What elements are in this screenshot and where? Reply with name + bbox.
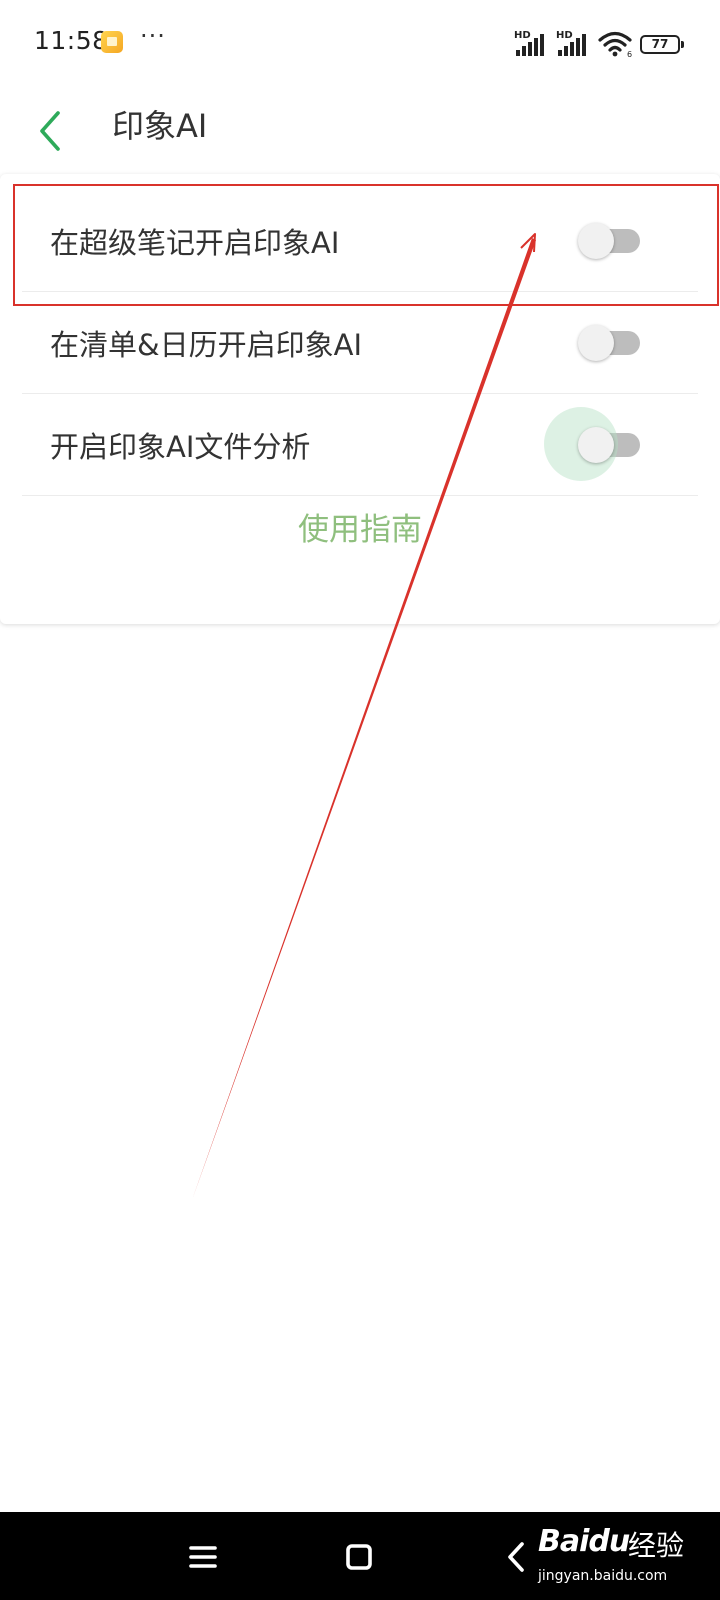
setting-row-list-calendar-ai: 在清单&日历开启印象AI <box>22 292 698 394</box>
nav-home-button[interactable] <box>332 1530 386 1584</box>
toggle-knob <box>578 222 614 259</box>
signal-icon-2: HD <box>556 30 590 58</box>
signal-icon: HD <box>514 30 548 58</box>
jingyan-label: 经验 <box>628 1529 685 1562</box>
toggle-knob <box>578 324 614 361</box>
toggle-knob <box>578 426 614 463</box>
setting-label-list-calendar-ai: 在清单&日历开启印象AI <box>50 327 363 362</box>
svg-text:6: 6 <box>627 50 632 58</box>
gallery-notification-icon <box>101 31 123 53</box>
baidu-jingyan-watermark: Baidu 经验 jingyan.baidu.com <box>538 1514 698 1598</box>
usage-guide-link[interactable]: 使用指南 <box>0 504 720 549</box>
battery-level: 77 <box>651 37 669 51</box>
settings-card: 在超级笔记开启印象AI 在清单&日历开启印象AI 开启印象AI文件分析 使用指南 <box>0 174 720 624</box>
app-header: 印象AI <box>0 84 720 174</box>
setting-label-file-analysis-ai: 开启印象AI文件分析 <box>50 429 311 464</box>
toggle-file-analysis-ai[interactable] <box>544 406 640 481</box>
watermark-url: jingyan.baidu.com <box>538 1568 668 1584</box>
status-time: 11:58 <box>34 26 109 55</box>
baidu-logo: Baidu <box>538 1524 630 1559</box>
nav-back-button[interactable] <box>490 1530 544 1584</box>
baidu-logo-du: du <box>588 1524 630 1559</box>
nav-menu-button[interactable] <box>176 1530 230 1584</box>
back-button[interactable] <box>30 98 70 158</box>
battery-icon: 77 <box>640 35 684 54</box>
setting-row-file-analysis-ai: 开启印象AI文件分析 <box>22 394 698 496</box>
setting-row-super-note-ai: 在超级笔记开启印象AI <box>22 190 698 292</box>
status-indicators: HD HD 6 77 <box>514 28 684 58</box>
screen: 11:58 ··· HD HD 6 77 印象AI 在超级笔记开启印象AI 在清… <box>0 0 720 1600</box>
home-square-icon <box>346 1544 372 1570</box>
status-bar: 11:58 ··· HD HD 6 77 <box>0 0 720 84</box>
more-notifications-icon: ··· <box>140 22 166 50</box>
back-arrow-icon <box>508 1542 524 1572</box>
menu-icon <box>189 1546 217 1568</box>
wifi-icon: 6 <box>598 31 632 58</box>
chevron-left-icon <box>40 111 60 151</box>
page-title: 印象AI <box>112 107 208 145</box>
toggle-list-calendar-ai[interactable] <box>578 324 640 361</box>
setting-label-super-note-ai: 在超级笔记开启印象AI <box>50 225 340 260</box>
baidu-logo-bai: Bai <box>538 1524 589 1559</box>
toggle-super-note-ai[interactable] <box>578 222 640 259</box>
